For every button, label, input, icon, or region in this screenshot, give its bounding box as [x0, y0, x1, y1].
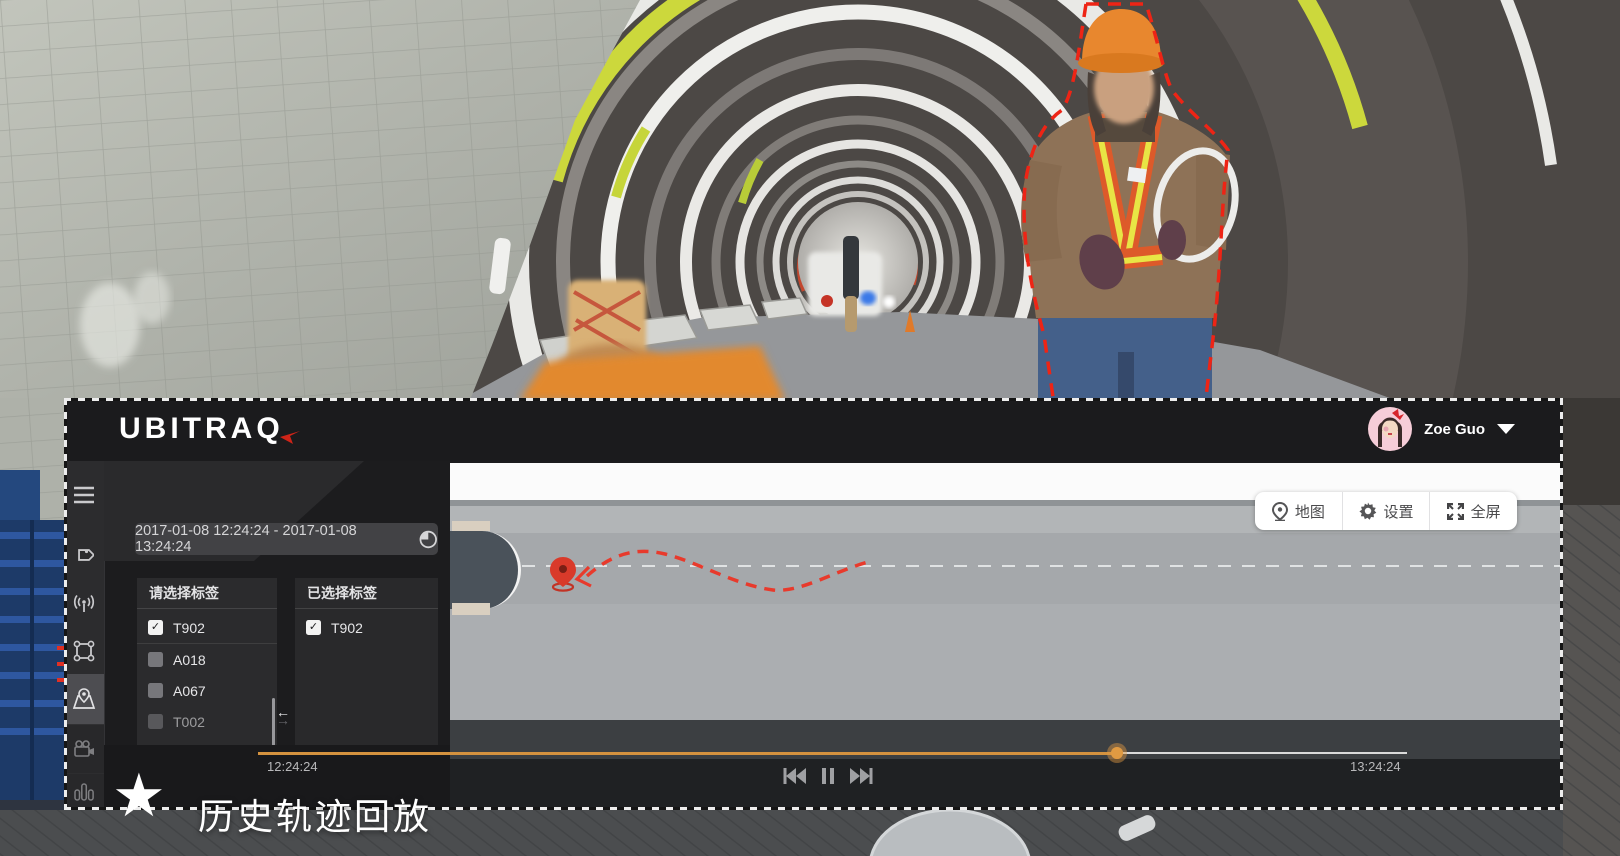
available-tags-title: 请选择标签 [137, 578, 277, 609]
tag-checkbox[interactable]: ✓ [148, 714, 163, 729]
ubitraq-app-window: UBITRAQ Zoe Guo [64, 398, 1563, 810]
page-title: 历史轨迹回放 [198, 788, 432, 840]
tag-label: T902 [331, 620, 363, 636]
sidebar-item-stats[interactable] [64, 773, 104, 810]
fullscreen-button[interactable]: 全屏 [1429, 492, 1517, 530]
blue-crates [0, 470, 67, 856]
sidebar-item-menu[interactable] [64, 461, 104, 530]
pause-icon[interactable] [821, 766, 835, 786]
fullscreen-button-label: 全屏 [1471, 501, 1501, 522]
selection-border-left [64, 398, 67, 810]
tag-row[interactable]: ✓ T902 [295, 612, 438, 643]
settings-button-label: 设置 [1384, 501, 1414, 522]
sidebar-item-track-playback[interactable] [64, 674, 104, 725]
map-button[interactable]: 地图 [1255, 492, 1342, 530]
tag-label: T002 [173, 714, 205, 730]
date-range-text: 2017-01-08 12:24:24 - 2017-01-08 13:24:2… [135, 523, 410, 555]
tag-row[interactable]: ✓ T902 [137, 612, 277, 644]
date-range-picker[interactable]: 2017-01-08 12:24:24 - 2017-01-08 13:24:2… [135, 523, 438, 555]
beacon-icon [73, 594, 95, 614]
location-pin-icon [550, 557, 576, 591]
tag-icon [74, 545, 94, 565]
tag-label: T902 [173, 620, 205, 636]
screenshot-canvas: UBITRAQ Zoe Guo [0, 0, 1620, 856]
check-icon: ✓ [151, 622, 160, 633]
selection-border-right [1560, 398, 1563, 810]
tag-checkbox[interactable]: ✓ [148, 652, 163, 667]
tag-row[interactable]: ✓ T002 [137, 706, 277, 737]
tag-checkbox[interactable]: ✓ [148, 620, 163, 635]
right-wall-strip [1563, 398, 1620, 856]
app-header: UBITRAQ Zoe Guo [64, 398, 1563, 461]
transfer-right-icon: → [272, 715, 294, 726]
sidebar-item-beacons[interactable] [64, 581, 104, 628]
map-toolbar: 地图 设置 全屏 [1255, 492, 1517, 530]
tag-row[interactable]: ✓ A018 [137, 644, 277, 675]
transfer-arrows[interactable]: ← → [272, 707, 294, 726]
sidebar-item-camera[interactable] [64, 724, 104, 774]
skip-forward-icon[interactable] [850, 766, 874, 786]
timeline-handle[interactable] [1107, 743, 1127, 763]
user-caret-icon[interactable] [1497, 424, 1515, 434]
sidebar-item-geofence[interactable] [64, 627, 104, 675]
ubitraq-logo: UBITRAQ [119, 412, 302, 446]
trajectory-path [587, 551, 868, 590]
timeline-start-label: 12:24:24 [267, 759, 318, 774]
star-icon: ★ [112, 766, 166, 826]
track-map[interactable]: 地图 设置 全屏 [450, 463, 1563, 810]
selection-border-top [64, 398, 1563, 401]
logo-text: UBITRAQ [119, 412, 284, 446]
settings-button[interactable]: 设置 [1342, 492, 1430, 530]
map-button-label: 地图 [1295, 501, 1325, 522]
user-menu[interactable]: Zoe Guo [1368, 407, 1515, 451]
tag-row[interactable]: ✓ A067 [137, 675, 277, 706]
tag-label: A018 [173, 652, 206, 668]
check-icon: ✓ [309, 622, 318, 633]
user-name: Zoe Guo [1424, 421, 1485, 438]
timeline-progress [258, 752, 1117, 755]
tag-checkbox[interactable]: ✓ [306, 620, 321, 635]
clock-icon [419, 530, 438, 549]
tag-checkbox[interactable]: ✓ [148, 683, 163, 698]
selected-tags-list: ✓ T902 [295, 609, 438, 643]
stats-icon [73, 782, 95, 802]
selected-tags-panel: 已选择标签 ✓ T902 [295, 578, 438, 745]
gear-icon [1359, 502, 1377, 520]
sidebar-item-tags[interactable] [64, 529, 104, 582]
geofence-icon [73, 640, 95, 662]
skip-back-icon[interactable] [782, 766, 806, 786]
map-pin-icon [1272, 502, 1288, 521]
camera-icon [73, 740, 95, 758]
avatar[interactable] [1368, 407, 1412, 451]
track-trajectory [450, 463, 950, 663]
timeline-end-label: 13:24:24 [1350, 759, 1401, 774]
menu-icon [73, 486, 95, 504]
person-track-icon [72, 688, 96, 710]
playback-controls [782, 766, 874, 786]
sidebar [64, 461, 105, 810]
selected-tags-title: 已选择标签 [295, 578, 438, 609]
fullscreen-icon [1447, 503, 1464, 520]
logo-cursor-icon [278, 423, 302, 445]
timeline-slider[interactable] [258, 749, 1407, 757]
tag-label: A067 [173, 683, 206, 699]
